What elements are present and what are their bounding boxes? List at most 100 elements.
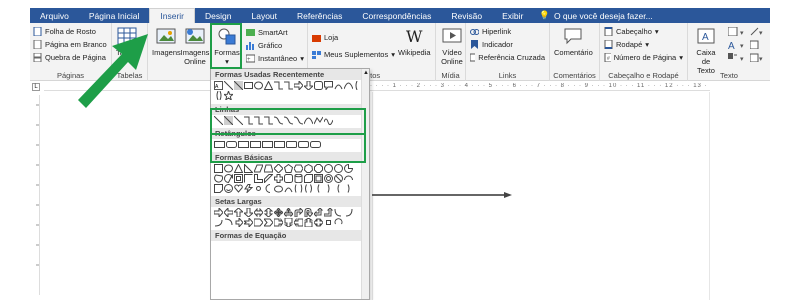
chart-button[interactable]: Gráfico <box>246 39 304 52</box>
callout-icon[interactable] <box>324 81 333 90</box>
lightning-bolt-icon[interactable] <box>244 184 253 193</box>
brace-icon[interactable] <box>214 91 223 100</box>
right-arrow-callout-icon[interactable] <box>274 218 283 227</box>
footer-button[interactable]: Rodapé ▾ <box>604 38 683 51</box>
bent-arrow-icon[interactable] <box>294 208 303 217</box>
tab-exibir[interactable]: Exibir <box>492 8 533 23</box>
pie-icon[interactable] <box>344 164 353 173</box>
tab-pagina-inicial[interactable]: Página Inicial <box>79 8 150 23</box>
textbox-button[interactable]: A Caixa de Texto <box>692 26 720 75</box>
trapezoid-icon[interactable] <box>264 164 273 173</box>
quick-parts-icon[interactable]: ▾ <box>728 27 748 36</box>
tab-arquivo[interactable]: Arquivo <box>30 8 79 23</box>
u-turn-arrow-icon[interactable] <box>304 208 313 217</box>
bevel-icon[interactable] <box>314 174 323 183</box>
left-arrow-block-icon[interactable] <box>224 208 233 217</box>
half-frame-icon[interactable] <box>244 174 253 183</box>
decagon-icon[interactable] <box>324 164 333 173</box>
images-button[interactable]: Imagens <box>152 26 181 57</box>
oval-shape-icon[interactable] <box>224 164 233 173</box>
page-number-button[interactable]: # Número de Página ▾ <box>604 51 683 64</box>
cross-reference-button[interactable]: Referência Cruzada <box>470 51 545 64</box>
line-arrow-shape-icon[interactable] <box>234 81 243 90</box>
curved-up-arrow-icon[interactable] <box>214 218 223 227</box>
cloud-icon[interactable] <box>274 184 283 193</box>
store-button[interactable]: Loja <box>312 31 395 44</box>
left-bracket-icon[interactable] <box>314 184 323 193</box>
cube-icon[interactable] <box>304 174 313 183</box>
tab-referencias[interactable]: Referências <box>287 8 352 23</box>
right-triangle-icon[interactable] <box>244 164 253 173</box>
down-arrow-block-icon[interactable] <box>244 208 253 217</box>
pentagon-arrow-icon[interactable] <box>254 218 263 227</box>
hexagon-icon[interactable] <box>294 164 303 173</box>
arc-icon[interactable] <box>284 184 293 193</box>
quad-arrow-icon[interactable] <box>274 208 283 217</box>
circular-arrow-icon[interactable] <box>334 218 343 227</box>
signature-line-icon[interactable]: ▾ <box>750 27 764 36</box>
diagonal-stripe-icon[interactable] <box>264 174 273 183</box>
l-shape-icon[interactable] <box>254 174 263 183</box>
quad-arrow-callout-icon[interactable] <box>324 218 333 227</box>
drop-cap-icon[interactable]: ▾ <box>728 53 748 62</box>
left-right-up-arrow-icon[interactable] <box>284 208 293 217</box>
wikipedia-button[interactable]: W Wikipedia <box>398 26 431 57</box>
curved-right-arrow-icon[interactable] <box>334 208 343 217</box>
right-brace-icon[interactable] <box>344 184 353 193</box>
dodecagon-icon[interactable] <box>334 164 343 173</box>
textbox-shape-icon[interactable]: A <box>214 81 223 90</box>
double-brace-icon[interactable] <box>304 184 313 193</box>
moon-icon[interactable] <box>264 184 273 193</box>
right-arrow-block-icon[interactable] <box>214 208 223 217</box>
diamond-icon[interactable] <box>274 164 283 173</box>
left-arrow-callout-icon[interactable] <box>294 218 303 227</box>
screenshot-button[interactable]: + Instantâneo ▾ <box>246 52 304 65</box>
curved-left-arrow-icon[interactable] <box>344 208 353 217</box>
teardrop-icon[interactable] <box>224 174 233 183</box>
tab-revisao[interactable]: Revisão <box>441 8 492 23</box>
bent-up-arrow-icon[interactable] <box>324 208 333 217</box>
object-icon[interactable]: ▾ <box>750 53 764 62</box>
double-bracket-icon[interactable] <box>294 184 303 193</box>
rectangle-shape-icon[interactable] <box>244 81 253 90</box>
right-arrow-block-icon[interactable] <box>294 81 303 90</box>
down-arrow-callout-icon[interactable] <box>284 218 293 227</box>
tab-design[interactable]: Design <box>195 8 241 23</box>
cross-icon[interactable] <box>274 174 283 183</box>
curve-icon[interactable] <box>344 81 353 90</box>
scroll-up-icon[interactable]: ▲ <box>363 70 369 76</box>
right-bracket-icon[interactable] <box>324 184 333 193</box>
sun-icon[interactable] <box>254 184 263 193</box>
chord-icon[interactable] <box>214 174 223 183</box>
star-icon[interactable] <box>224 91 233 100</box>
gallery-scrollbar[interactable]: ▲ <box>361 69 369 299</box>
pentagon-icon[interactable] <box>284 164 293 173</box>
triangle-shape-icon[interactable] <box>264 81 273 90</box>
left-right-arrow-callout-icon[interactable] <box>314 218 323 227</box>
left-brace-icon[interactable] <box>334 184 343 193</box>
vertical-ruler[interactable] <box>32 95 40 295</box>
triangle-shape-icon[interactable] <box>234 164 243 173</box>
elbow-connector-icon[interactable] <box>274 81 283 90</box>
heptagon-icon[interactable] <box>304 164 313 173</box>
date-time-icon[interactable] <box>750 40 759 49</box>
up-arrow-callout-icon[interactable] <box>304 218 313 227</box>
oval-shape-icon[interactable] <box>254 81 263 90</box>
curved-down-arrow-icon[interactable] <box>224 218 233 227</box>
notched-right-arrow-icon[interactable] <box>244 218 253 227</box>
arrow-shape-drawn[interactable] <box>372 192 512 198</box>
line-shape-icon[interactable] <box>224 81 233 90</box>
can-icon[interactable] <box>294 174 303 183</box>
folded-corner-icon[interactable] <box>214 184 223 193</box>
wordart-icon[interactable]: A ▾ <box>728 40 748 49</box>
tab-correspondencias[interactable]: Correspondências <box>352 8 441 23</box>
textbox-shape-icon[interactable] <box>214 164 223 173</box>
up-arrow-block-icon[interactable] <box>234 208 243 217</box>
tab-layout[interactable]: Layout <box>241 8 287 23</box>
chevron-shape-icon[interactable] <box>264 218 273 227</box>
bookmark-button[interactable]: Indicador <box>470 38 545 51</box>
left-right-arrow-icon[interactable] <box>254 208 263 217</box>
striped-right-arrow-icon[interactable] <box>234 218 243 227</box>
tell-me-box[interactable]: 💡 O que você deseja fazer... <box>539 8 652 23</box>
smartart-button[interactable]: SmartArt <box>246 26 304 39</box>
